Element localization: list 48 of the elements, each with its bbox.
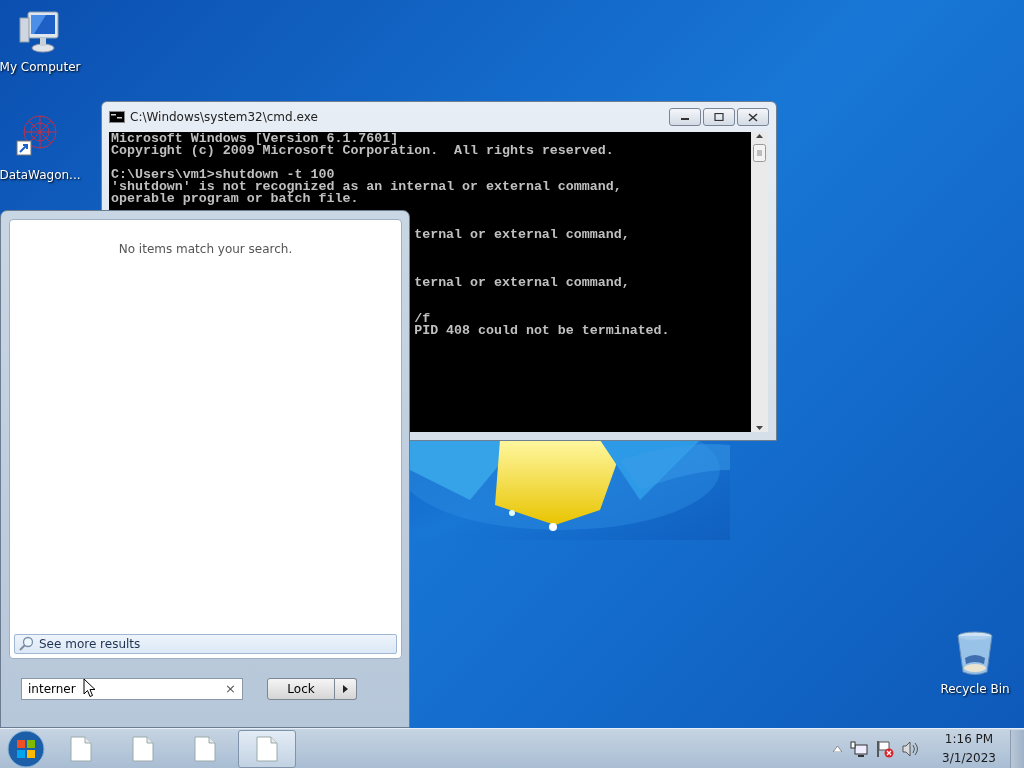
close-button[interactable] (737, 108, 769, 126)
clock-time: 1:16 PM (944, 730, 994, 748)
desktop-icon-label[interactable]: My Computer (0, 58, 81, 76)
search-field[interactable]: interner × (21, 678, 243, 700)
clock[interactable]: 1:16 PM 3/1/2023 (942, 729, 996, 768)
recycle-bin-icon (955, 630, 995, 678)
taskbar-button[interactable] (238, 729, 296, 768)
scrollbar[interactable] (751, 132, 768, 432)
search-icon (18, 636, 35, 652)
console-line: ternal or external command, (414, 229, 630, 241)
window-title: C:\Windows\system32\cmd.exe (130, 109, 318, 126)
mouse-cursor (83, 678, 96, 698)
console-line: operable program or batch file. (111, 193, 359, 205)
see-more-label: See more results (39, 636, 141, 653)
lock-button[interactable]: Lock (267, 678, 335, 700)
clear-button[interactable]: × (225, 679, 236, 699)
scroll-down-icon (756, 426, 763, 430)
document-icon (256, 735, 278, 762)
scroll-up-icon (756, 134, 763, 138)
network-icon[interactable] (850, 740, 869, 757)
document-icon (70, 735, 92, 762)
see-more-results-link[interactable]: See more results (14, 634, 397, 654)
start-orb-icon (7, 729, 45, 768)
maximize-icon (714, 113, 724, 121)
document-icon (194, 735, 216, 762)
console-line: C:\Users\vm1>shutdown -t 100 (111, 169, 335, 181)
document-icon (132, 735, 154, 762)
start-button[interactable] (4, 728, 48, 768)
power-options-button[interactable] (335, 678, 357, 700)
speaker-icon[interactable] (902, 740, 921, 757)
clock-date: 3/1/2023 (942, 749, 996, 767)
console-line: /f (414, 313, 431, 325)
maximize-button[interactable] (703, 108, 735, 126)
close-icon (748, 112, 758, 122)
console-line: Microsoft Windows [Version 6.1.7601] (111, 133, 399, 145)
caret-icon (343, 685, 348, 693)
desktop-icon-label[interactable]: DataWagon... (0, 166, 81, 184)
console-line: PID 408 could not be terminated. (414, 325, 670, 337)
no-results-message: No items match your search. (117, 241, 294, 258)
console-line: Copyright (c) 2009 Microsoft Corporation. All rights reserved. (111, 145, 614, 157)
minimize-button[interactable] (669, 108, 701, 126)
desktop-icon-label[interactable]: Recycle Bin (940, 680, 1010, 698)
scroll-thumb[interactable] (753, 144, 766, 162)
flag-icon[interactable] (876, 739, 895, 758)
show-hidden-icons-icon[interactable] (833, 745, 843, 752)
console-line: 'shutdown' is not recognized as an internal or external command, (111, 181, 622, 193)
console-icon (109, 111, 125, 123)
console-line: ternal or external command, (414, 277, 630, 289)
